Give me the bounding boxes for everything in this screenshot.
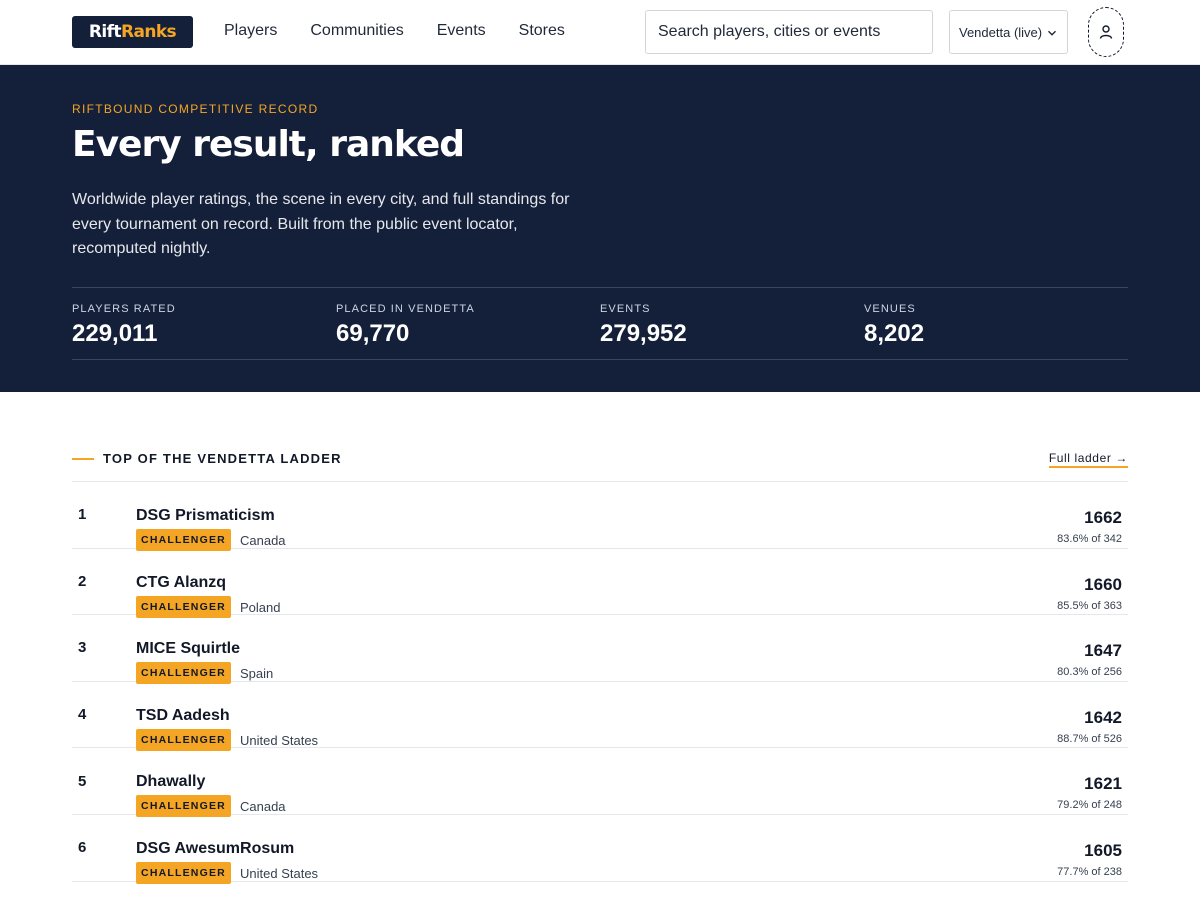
ladder-row[interactable]: 2 CTG Alanzq CHALLENGER Poland 1660 85.5…	[72, 549, 1128, 618]
player-record: 79.2% of 248	[1057, 799, 1122, 812]
riftranks-logo[interactable]: Rift Ranks	[72, 16, 193, 48]
stat-label: PLAYERS RATED	[72, 303, 176, 315]
stat-label: PLACED IN VENDETTA	[336, 303, 475, 315]
player-record: 88.7% of 526	[1057, 732, 1122, 745]
tier-badge: CHALLENGER	[136, 861, 231, 884]
rank-number: 2	[78, 572, 87, 590]
stat-venues: VENUES 8,202	[864, 302, 924, 348]
full-ladder-link[interactable]: Full ladder →	[1048, 451, 1128, 468]
player-rating: 1647	[1084, 641, 1122, 661]
stats-strip: PLAYERS RATED 229,011 PLACED IN VENDETTA…	[72, 287, 1128, 360]
ladder-section-header: TOP OF THE VENDETTA LADDER Full ladder →	[72, 449, 1128, 469]
player-country: Canada	[240, 799, 286, 815]
stat-events: EVENTS 279,952	[600, 302, 687, 348]
stat-value: 279,952	[600, 320, 687, 347]
chevron-down-icon	[1048, 30, 1056, 36]
logo-text-rift: Rift	[88, 22, 122, 42]
stat-label: EVENTS	[600, 303, 651, 315]
hero-section: RIFTBOUND COMPETITIVE RECORD Every resul…	[0, 65, 1200, 392]
player-record: 80.3% of 256	[1057, 666, 1122, 679]
player-name[interactable]: TSD Aadesh	[136, 706, 230, 726]
set-selector-value: Vendetta (live)	[959, 24, 1043, 40]
player-country: Poland	[240, 599, 281, 615]
nav-link-communities[interactable]: Communities	[310, 21, 403, 41]
player-record: 85.5% of 363	[1057, 599, 1122, 612]
player-name[interactable]: DSG AwesumRosum	[136, 839, 294, 859]
user-icon	[1099, 25, 1113, 39]
player-name[interactable]: DSG Prismaticism	[136, 506, 275, 526]
stat-value: 8,202	[864, 320, 925, 347]
player-record: 77.7% of 238	[1057, 865, 1122, 878]
player-country: Spain	[240, 666, 274, 682]
player-rating: 1605	[1084, 840, 1122, 860]
search-box	[645, 10, 933, 54]
ladder-row[interactable]: 6 DSG AwesumRosum CHALLENGER United Stat…	[72, 815, 1128, 884]
player-country: Canada	[240, 533, 286, 548]
stat-value: 69,770	[336, 320, 410, 347]
player-name[interactable]: MICE Squirtle	[136, 639, 240, 659]
stat-label: VENUES	[864, 303, 916, 315]
stat-value: 229,011	[72, 320, 158, 347]
logo-text-ranks: Ranks	[120, 22, 177, 42]
player-record: 83.6% of 342	[1057, 533, 1122, 545]
player-name[interactable]: CTG Alanzq	[136, 573, 226, 593]
hero-description: Worldwide player ratings, the scene in e…	[72, 191, 570, 257]
hero-eyebrow: RIFTBOUND COMPETITIVE RECORD	[72, 102, 319, 116]
rank-number: 4	[78, 706, 87, 724]
ladder-row[interactable]: 5 Dhawally CHALLENGER Canada 1621 79.2% …	[72, 748, 1128, 818]
ladder-table: 1 DSG Prismaticism CHALLENGER Canada 166…	[72, 481, 1128, 884]
set-selector-dropdown[interactable]: Vendetta (live)	[949, 10, 1068, 54]
hero-title: Every result, ranked	[72, 124, 465, 165]
player-country: United States	[240, 865, 319, 881]
ladder-row[interactable]: 3 MICE Squirtle CHALLENGER Spain 1647 80…	[72, 615, 1128, 685]
player-rating: 1621	[1084, 774, 1122, 794]
player-name[interactable]: Dhawally	[136, 772, 205, 792]
main-nav: Players Communities Events Stores	[224, 21, 598, 41]
nav-link-events[interactable]: Events	[437, 21, 486, 41]
ladder-row[interactable]: 4 TSD Aadesh CHALLENGER United States 16…	[72, 682, 1128, 751]
stat-placed-in-vendetta: PLACED IN VENDETTA 69,770	[336, 302, 475, 348]
rank-number: 1	[78, 506, 87, 524]
rank-number: 5	[78, 772, 87, 790]
stat-players-rated: PLAYERS RATED 229,011	[72, 302, 176, 348]
player-rating: 1662	[1084, 508, 1122, 527]
accent-rule	[72, 458, 94, 460]
account-button[interactable]	[1088, 7, 1124, 57]
top-navigation-bar: Rift Ranks Players Communities Events Sto…	[0, 0, 1200, 65]
rank-number: 3	[78, 639, 87, 657]
nav-link-stores[interactable]: Stores	[519, 21, 565, 41]
player-country: United States	[240, 732, 319, 748]
ladder-section-title: TOP OF THE VENDETTA LADDER	[103, 451, 342, 466]
player-rating: 1642	[1084, 707, 1122, 727]
rank-number: 6	[78, 839, 87, 857]
search-input[interactable]	[646, 11, 932, 53]
ladder-row[interactable]: 1 DSG Prismaticism CHALLENGER Canada 166…	[72, 482, 1128, 551]
nav-link-players[interactable]: Players	[224, 21, 277, 41]
player-rating: 1660	[1084, 574, 1122, 594]
